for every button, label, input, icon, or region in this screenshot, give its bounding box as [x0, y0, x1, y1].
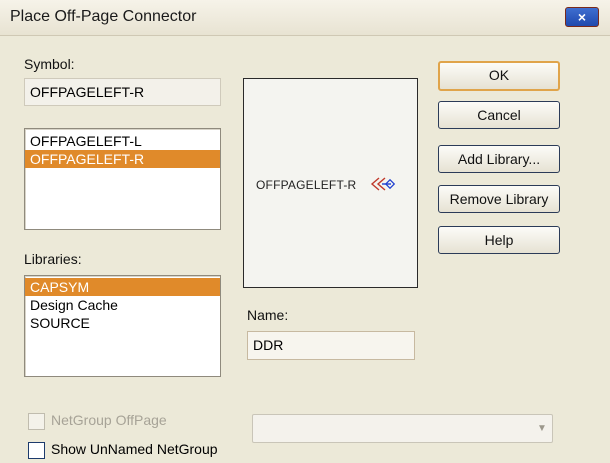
libraries-label: Libraries: — [24, 251, 82, 267]
close-icon: × — [577, 9, 587, 25]
symbol-list-item-offpageleft-r[interactable]: OFFPAGELEFT-R — [25, 150, 220, 168]
name-input[interactable]: DDR — [247, 331, 415, 360]
name-label: Name: — [247, 307, 289, 323]
library-list-item-source[interactable]: SOURCE — [25, 314, 220, 332]
offpage-connector-left-icon — [370, 177, 395, 191]
symbol-list-item-offpageleft-l[interactable]: OFFPAGELEFT-L — [25, 132, 220, 150]
library-list-item-design-cache[interactable]: Design Cache — [25, 296, 220, 314]
window-title: Place Off-Page Connector — [10, 8, 197, 25]
cancel-button[interactable]: Cancel — [438, 101, 560, 129]
symbol-preview: OFFPAGELEFT-R — [243, 78, 418, 288]
symbol-list[interactable]: OFFPAGELEFT-L OFFPAGELEFT-R — [24, 128, 221, 230]
chevron-down-icon: ▼ — [537, 423, 547, 434]
show-unnamed-netgroup-label: Show UnNamed NetGroup — [51, 441, 218, 457]
help-button[interactable]: Help — [438, 226, 560, 254]
title-bar: Place Off-Page Connector × — [0, 0, 610, 36]
symbol-input[interactable]: OFFPAGELEFT-R — [24, 78, 221, 106]
libraries-list[interactable]: CAPSYM Design Cache SOURCE — [24, 275, 221, 377]
netgroup-offpage-checkbox[interactable] — [28, 413, 45, 430]
ok-button[interactable]: OK — [438, 61, 560, 91]
netgroup-combo[interactable]: ▼ — [252, 414, 553, 443]
library-list-item-capsym[interactable]: CAPSYM — [25, 278, 220, 296]
add-library-button[interactable]: Add Library... — [438, 145, 560, 173]
show-unnamed-netgroup-checkbox[interactable] — [28, 442, 45, 459]
symbol-label: Symbol: — [24, 56, 75, 72]
netgroup-offpage-label: NetGroup OffPage — [51, 412, 167, 428]
preview-symbol-name: OFFPAGELEFT-R — [256, 178, 357, 192]
remove-library-button[interactable]: Remove Library — [438, 185, 560, 213]
close-button[interactable]: × — [565, 7, 599, 27]
